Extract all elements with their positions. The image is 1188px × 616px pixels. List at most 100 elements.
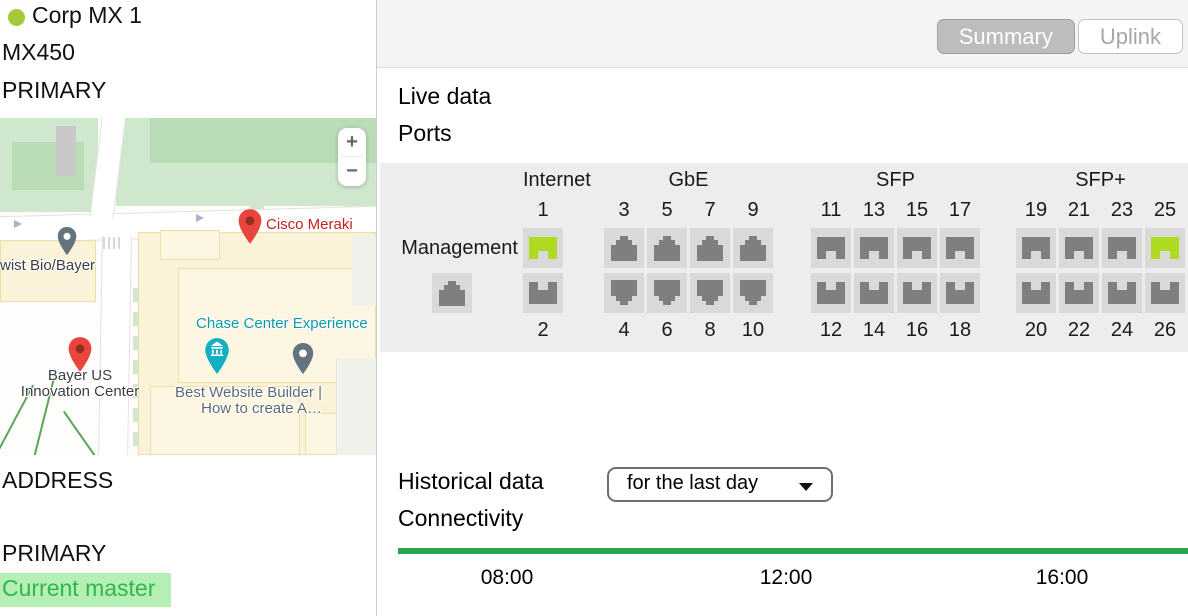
port-23[interactable]: [1102, 228, 1142, 268]
port-6[interactable]: [647, 273, 687, 313]
port-3[interactable]: [604, 228, 644, 268]
port-22[interactable]: [1059, 273, 1099, 313]
port-number: 2: [523, 319, 563, 342]
port-number: 14: [854, 319, 894, 342]
chase-center-pin[interactable]: [203, 337, 231, 375]
address-section-label: ADDRESS: [2, 467, 113, 494]
port-group-label: Internet: [523, 169, 563, 192]
tab-summary[interactable]: Summary: [937, 19, 1075, 54]
map-zoom-out-button[interactable]: −: [338, 157, 366, 185]
best-website-pin[interactable]: [291, 342, 315, 375]
port-number: 18: [940, 319, 980, 342]
port-group-sfp-plus: SFP+1921232520222426: [1016, 163, 1185, 352]
port-number: 20: [1016, 319, 1056, 342]
map-place-label[interactable]: wist Bio/Bayer: [0, 258, 95, 274]
primary-section-label: PRIMARY: [2, 540, 106, 567]
map-building: [160, 230, 220, 260]
map-terrain: [352, 236, 376, 306]
tab-uplink[interactable]: Uplink: [1078, 19, 1183, 54]
port-number: 4: [604, 319, 644, 342]
port-number: 17: [940, 199, 980, 222]
map-road-arrow: [14, 220, 22, 228]
port-15[interactable]: [897, 228, 937, 268]
port-7[interactable]: [690, 228, 730, 268]
device-model: MX450: [2, 39, 75, 66]
port-2[interactable]: [523, 273, 563, 313]
port-number: 22: [1059, 319, 1099, 342]
port-8[interactable]: [690, 273, 730, 313]
map-place-label[interactable]: Chase Center Experience: [196, 316, 368, 332]
port-18[interactable]: [940, 273, 980, 313]
port-10[interactable]: [733, 273, 773, 313]
device-role-label: PRIMARY: [2, 77, 106, 104]
port-number: 12: [811, 319, 851, 342]
port-16[interactable]: [897, 273, 937, 313]
time-tick: 08:00: [462, 566, 552, 590]
port-1[interactable]: [523, 228, 563, 268]
port-24[interactable]: [1102, 273, 1142, 313]
port-number: 7: [690, 199, 730, 222]
map-zoom-in-button[interactable]: +: [338, 128, 366, 156]
port-number: 10: [733, 319, 773, 342]
map-road-arrow: [196, 214, 204, 222]
port-14[interactable]: [854, 273, 894, 313]
current-master-status-badge: Current master: [0, 573, 171, 607]
port-20[interactable]: [1016, 273, 1056, 313]
map-place-label[interactable]: Best Website Builder | How to create A…: [175, 385, 322, 417]
view-tabs: Summary Uplink: [937, 19, 1183, 54]
time-tick: 16:00: [1017, 566, 1107, 590]
port-5[interactable]: [647, 228, 687, 268]
port-number: 24: [1102, 319, 1142, 342]
port-number: 15: [897, 199, 937, 222]
chevron-down-icon: [799, 483, 813, 491]
port-number: 5: [647, 199, 687, 222]
port-group-internet: Internet12: [523, 163, 563, 352]
port-number: 11: [811, 199, 851, 222]
ports-heading: Ports: [398, 120, 452, 147]
port-number: 6: [647, 319, 687, 342]
port-11[interactable]: [811, 228, 851, 268]
historical-data-heading: Historical data: [398, 468, 544, 495]
port-number: 19: [1016, 199, 1056, 222]
port-19[interactable]: [1016, 228, 1056, 268]
port-21[interactable]: [1059, 228, 1099, 268]
map-place-label[interactable]: Bayer US Innovation Center: [0, 368, 200, 400]
ports-panel: Management Internet12GbE357946810SFP1113…: [380, 163, 1188, 352]
view-toolbar: Summary Uplink: [377, 0, 1188, 68]
port-9[interactable]: [733, 228, 773, 268]
map-crosswalk: [103, 237, 123, 249]
map-road: [98, 236, 132, 455]
port-12[interactable]: [811, 273, 851, 313]
port-13[interactable]: [854, 228, 894, 268]
map-building: [56, 126, 76, 176]
port-26[interactable]: [1145, 273, 1185, 313]
time-range-select[interactable]: for the last day: [607, 467, 833, 502]
management-port[interactable]: [432, 273, 472, 313]
port-number: 23: [1102, 199, 1142, 222]
port-17[interactable]: [940, 228, 980, 268]
port-number: 3: [604, 199, 644, 222]
port-4[interactable]: [604, 273, 644, 313]
port-number: 26: [1145, 319, 1185, 342]
meraki-appliance-status-page: Corp MX 1 MX450 PRIMARY: [0, 0, 1188, 616]
twist-bio-pin[interactable]: [56, 226, 78, 256]
live-data-heading: Live data: [398, 83, 491, 110]
port-25[interactable]: [1145, 228, 1185, 268]
management-port-label: Management: [380, 228, 518, 268]
port-number: 9: [733, 199, 773, 222]
map-zoom-control: + −: [338, 128, 366, 186]
map-place-label[interactable]: Cisco Meraki: [266, 217, 353, 233]
port-number: 21: [1059, 199, 1099, 222]
port-group-label: GbE: [604, 169, 773, 192]
cisco-meraki-pin[interactable]: [237, 208, 263, 245]
appliance-detail-panel: Summary Uplink Live data Ports Managemen…: [377, 0, 1188, 616]
connectivity-uptime-bar[interactable]: [398, 548, 1188, 554]
map-terrain: [336, 358, 376, 455]
location-map[interactable]: Cisco Meraki wist Bio/Bayer Bayer US Innov…: [0, 118, 376, 455]
time-tick: 12:00: [741, 566, 831, 590]
port-number: 16: [897, 319, 937, 342]
port-number: 8: [690, 319, 730, 342]
port-number: 25: [1145, 199, 1185, 222]
time-range-value: for the last day: [627, 472, 758, 495]
port-group-gbe: GbE 3579 46810: [604, 163, 773, 352]
